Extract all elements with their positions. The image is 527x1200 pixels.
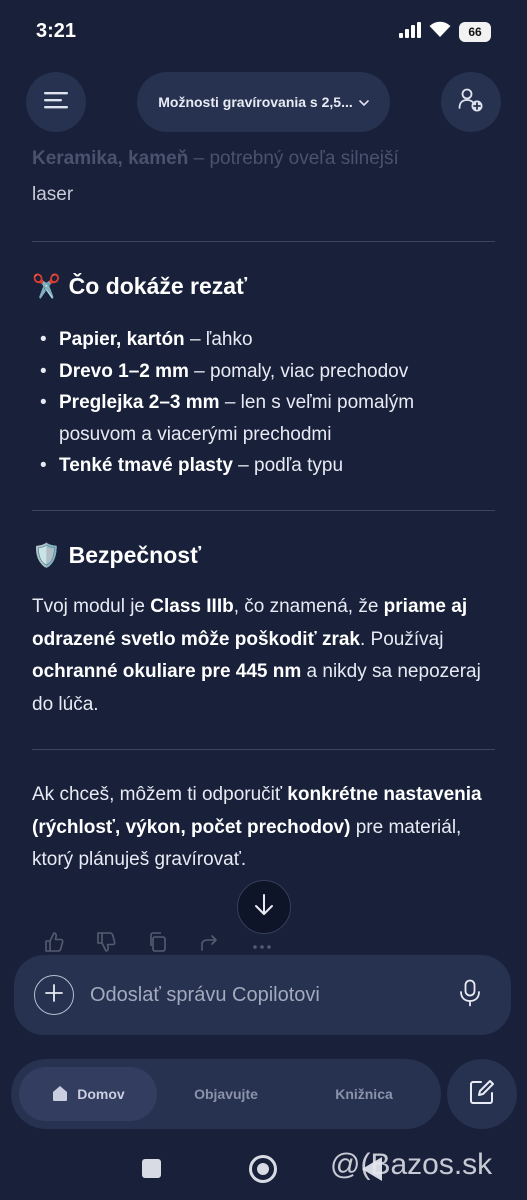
attach-button[interactable]: [34, 975, 74, 1015]
arrow-down-icon: [254, 893, 274, 921]
signal-icon: [399, 21, 421, 43]
bottom-nav: Domov Objavujte Knižnica: [11, 1059, 441, 1129]
nav-discover-tab[interactable]: Objavujte: [161, 1067, 291, 1121]
nav-home-tab[interactable]: Domov: [19, 1067, 157, 1121]
closing-paragraph: Ak chceš, môžem ti odporučiť konkrétne n…: [32, 784, 482, 870]
menu-button[interactable]: [26, 72, 86, 132]
home-circle-icon[interactable]: [249, 1155, 277, 1183]
list-item: Preglejka 2–3 mm – len s veľmi pomalým p…: [40, 387, 490, 450]
section-heading-cut: ✂️ Čo dokáže rezať: [32, 273, 247, 300]
nav-library-tab[interactable]: Knižnica: [299, 1067, 429, 1121]
message-input[interactable]: [90, 975, 430, 1015]
conversation-title-dropdown[interactable]: Možnosti gravírovania s 2,5...: [137, 72, 390, 132]
menu-icon: [44, 91, 68, 114]
compose-icon: [468, 1078, 496, 1111]
microphone-icon: [459, 979, 481, 1012]
add-person-icon: [458, 87, 484, 118]
message-composer: [14, 955, 511, 1035]
share-icon[interactable]: [198, 930, 222, 954]
text-continuation: laser: [32, 184, 74, 205]
watermark: @(Bazos.sk: [330, 1148, 493, 1181]
cut-materials-list: Papier, kartón – ľahko Drevo 1–2 mm – po…: [40, 324, 490, 482]
copy-icon[interactable]: [146, 930, 170, 954]
section-heading-safety: 🛡️ Bezpečnosť: [32, 542, 201, 569]
status-time: 3:21: [36, 20, 77, 42]
divider: [32, 241, 495, 242]
battery-icon: 66: [459, 22, 491, 42]
nav-discover-label: Objavujte: [194, 1086, 258, 1102]
divider: [32, 749, 495, 750]
list-item: Tenké tmavé plasty – podľa typu: [40, 450, 490, 482]
thumbs-down-icon[interactable]: [94, 930, 118, 954]
system-navigation: @(Bazos.sk: [0, 1140, 527, 1200]
shield-icon: 🛡️: [32, 542, 61, 568]
status-bar: 3:21 66: [0, 0, 527, 62]
thumbs-up-icon[interactable]: [42, 930, 66, 954]
heading-text: Bezpečnosť: [68, 542, 202, 568]
new-chat-button[interactable]: [447, 1059, 517, 1129]
heading-text: Čo dokáže rezať: [68, 273, 248, 299]
conversation-title: Možnosti gravírovania s 2,5...: [158, 94, 353, 110]
plus-icon: [45, 983, 63, 1007]
list-item: Drevo 1–2 mm – pomaly, viac prechodov: [40, 356, 490, 388]
home-icon: [51, 1084, 69, 1105]
chevron-down-icon: [358, 94, 369, 110]
status-icons: 66: [399, 21, 491, 43]
scroll-to-bottom-button[interactable]: [237, 880, 291, 934]
nav-library-label: Knižnica: [335, 1086, 393, 1102]
nav-home-label: Domov: [77, 1086, 125, 1102]
microphone-button[interactable]: [452, 977, 488, 1013]
wifi-icon: [429, 21, 451, 43]
safety-paragraph: Tvoj modul je Class IIIb, čo znamená, že…: [32, 596, 481, 715]
response-actions: [42, 930, 274, 954]
scissors-icon: ✂️: [32, 273, 61, 299]
list-item: Papier, kartón – ľahko: [40, 324, 490, 356]
divider: [32, 510, 495, 511]
recents-icon[interactable]: [142, 1159, 161, 1178]
faded-text-line: Keramika, kameň – potrebný oveľa silnejš…: [32, 148, 399, 169]
invite-people-button[interactable]: [441, 72, 501, 132]
header: Možnosti gravírovania s 2,5...: [0, 72, 527, 134]
